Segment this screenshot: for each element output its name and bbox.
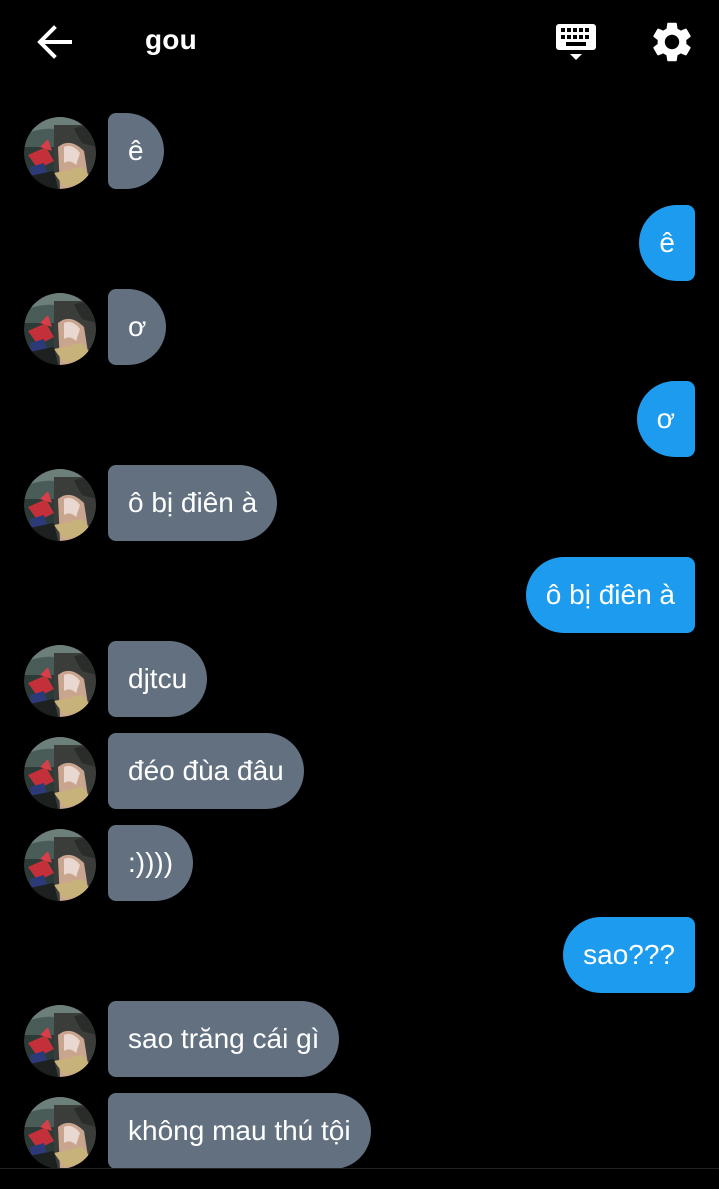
incoming-message-bubble[interactable]: :)))) [108, 825, 194, 901]
avatar[interactable] [24, 469, 96, 541]
conversation-title: gou [145, 24, 197, 55]
gear-icon [653, 22, 691, 62]
avatar[interactable] [24, 1097, 96, 1169]
incoming-message-bubble[interactable]: djtcu [108, 641, 208, 717]
avatar[interactable] [24, 117, 96, 189]
avatar-image [24, 1005, 96, 1077]
avatar-image [24, 293, 96, 365]
chat-header: gou [0, 0, 719, 84]
avatar-image [24, 737, 96, 809]
outgoing-message-bubble[interactable]: ơ [636, 381, 695, 457]
avatar-image [24, 469, 96, 541]
incoming-message-bubble[interactable]: sao trăng cái gì [108, 1001, 340, 1077]
keyboard-icon [556, 24, 596, 60]
incoming-message-bubble[interactable]: đéo đùa đâu [108, 733, 304, 809]
avatar-image [24, 117, 96, 189]
incoming-message-bubble[interactable]: ô bị điên à [108, 465, 278, 541]
settings-button[interactable] [648, 18, 696, 66]
outgoing-message-bubble[interactable]: ô bị điên à [525, 557, 695, 633]
avatar[interactable] [24, 645, 96, 717]
avatar-image [24, 829, 96, 901]
incoming-message-bubble[interactable]: ê [108, 113, 164, 189]
incoming-message-bubble[interactable]: ơ [108, 289, 167, 365]
outgoing-message-bubble[interactable]: sao??? [563, 917, 695, 993]
avatar[interactable] [24, 829, 96, 901]
incoming-message-bubble[interactable]: không mau thú tội [108, 1093, 371, 1169]
back-button[interactable] [34, 22, 78, 62]
avatar-image [24, 1097, 96, 1169]
arrow-left-icon [37, 25, 72, 59]
outgoing-message-bubble[interactable]: ê [639, 205, 695, 281]
avatar[interactable] [24, 293, 96, 365]
avatar-image [24, 645, 96, 717]
divider [0, 1168, 719, 1169]
avatar[interactable] [24, 737, 96, 809]
avatar[interactable] [24, 1005, 96, 1077]
keyboard-button[interactable] [552, 18, 600, 66]
